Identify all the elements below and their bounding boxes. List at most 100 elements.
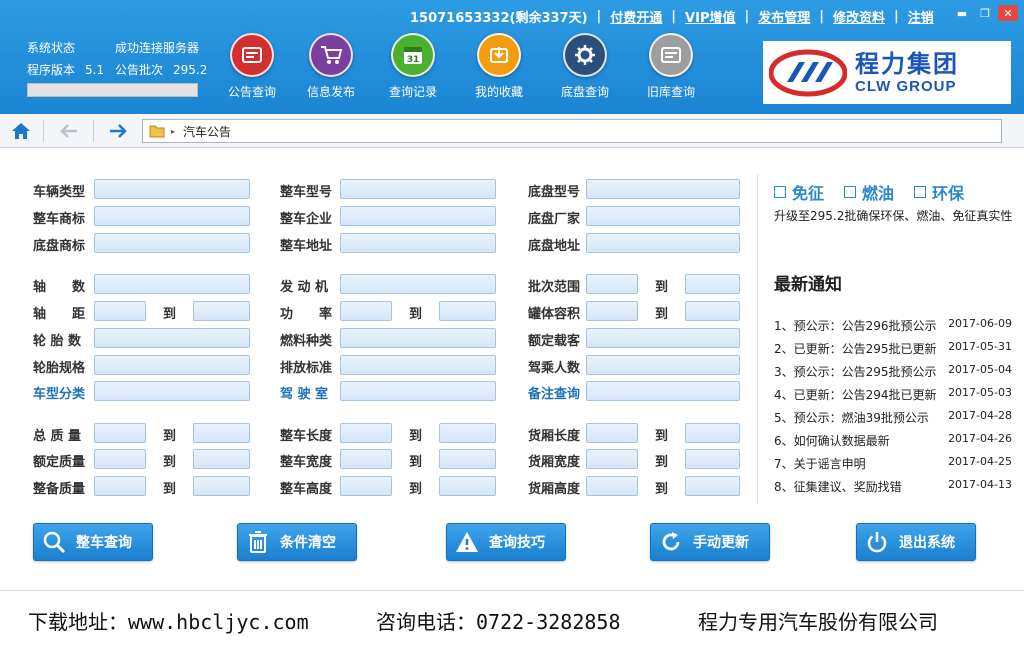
- label-total-mass: 总 质 量: [33, 429, 82, 444]
- input-rated-passengers[interactable]: [586, 328, 740, 348]
- input-vehicle-width-to[interactable]: [439, 449, 496, 469]
- home-button[interactable]: [9, 120, 33, 142]
- label-emission-standard: 排放标准: [280, 361, 333, 376]
- manual-update-button[interactable]: 手动更新: [650, 523, 770, 561]
- label-remarks-query[interactable]: 备注查询: [528, 383, 580, 402]
- news-item[interactable]: 1、预公示：公告296批预公示 2017-06-09: [774, 317, 1012, 334]
- news-item[interactable]: 8、征集建议、奖励找错 2017-04-13: [774, 478, 1012, 495]
- nav-old-db-query[interactable]: 旧库查询: [641, 33, 701, 100]
- to-label: 到: [409, 455, 423, 470]
- input-vehicle-height-from[interactable]: [340, 476, 392, 496]
- input-tank-volume-to[interactable]: [685, 301, 740, 321]
- news-item[interactable]: 7、关于谣言申明 2017-04-25: [774, 455, 1012, 472]
- label-vehicle-address: 整车地址: [280, 239, 333, 254]
- input-vehicle-width-from[interactable]: [340, 449, 392, 469]
- input-cab[interactable]: [340, 381, 496, 401]
- input-box-length-to[interactable]: [685, 423, 740, 443]
- minimize-button[interactable]: ▬: [952, 5, 972, 21]
- input-cab-occupants[interactable]: [586, 355, 740, 375]
- exit-system-button[interactable]: 退出系统: [856, 523, 976, 561]
- input-vehicle-address[interactable]: [340, 233, 496, 253]
- input-batch-to[interactable]: [685, 274, 740, 294]
- input-emission-standard[interactable]: [340, 355, 496, 375]
- maximize-button[interactable]: ❐: [975, 5, 995, 21]
- input-curb-mass-from[interactable]: [94, 476, 146, 496]
- input-batch-from[interactable]: [586, 274, 638, 294]
- nav-query-history[interactable]: 31 查询记录: [383, 33, 443, 100]
- publish-manage-link[interactable]: 发布管理: [758, 7, 810, 26]
- input-tire-spec[interactable]: [94, 355, 250, 375]
- input-vehicle-company[interactable]: [340, 206, 496, 226]
- input-axle-count[interactable]: [94, 274, 250, 294]
- input-chassis-brand[interactable]: [94, 233, 250, 253]
- clear-conditions-button[interactable]: 条件清空: [237, 523, 357, 561]
- input-box-length-from[interactable]: [586, 423, 638, 443]
- input-tank-volume-from[interactable]: [586, 301, 638, 321]
- label-chassis-address: 底盘地址: [528, 239, 581, 254]
- input-vehicle-type[interactable]: [94, 179, 250, 199]
- power-icon: [863, 528, 891, 556]
- version-label: 程序版本: [27, 63, 76, 77]
- input-fuel-type[interactable]: [340, 328, 496, 348]
- nav-notice-query[interactable]: 公告查询: [222, 33, 282, 100]
- input-curb-mass-to[interactable]: [193, 476, 250, 496]
- input-model-category[interactable]: [94, 381, 250, 401]
- input-wheelbase-from[interactable]: [94, 301, 146, 321]
- input-chassis-maker[interactable]: [586, 206, 740, 226]
- news-item[interactable]: 6、如何确认数据最新 2017-04-26: [774, 432, 1012, 449]
- to-label: 到: [409, 482, 423, 497]
- input-power-from[interactable]: [340, 301, 392, 321]
- input-total-mass-from[interactable]: [94, 423, 146, 443]
- logout-link[interactable]: 注销: [908, 7, 934, 26]
- address-bar[interactable]: ▸ 汽车公告: [142, 119, 1002, 143]
- input-box-height-to[interactable]: [685, 476, 740, 496]
- input-rated-mass-to[interactable]: [193, 449, 250, 469]
- checkbox-tax-exempt[interactable]: 免征: [774, 180, 824, 204]
- nav-my-favorites[interactable]: 我的收藏: [469, 33, 529, 100]
- warning-icon: [453, 528, 481, 556]
- input-rated-mass-from[interactable]: [94, 449, 146, 469]
- pay-open-link[interactable]: 付费开通: [610, 7, 662, 26]
- search-tips-button[interactable]: 查询技巧: [446, 523, 566, 561]
- nav-info-publish[interactable]: 信息发布: [301, 33, 361, 100]
- input-chassis-model[interactable]: [586, 179, 740, 199]
- news-item[interactable]: 4、已更新：公告294批已更新 2017-05-03: [774, 386, 1012, 403]
- input-engine[interactable]: [340, 274, 496, 294]
- input-vehicle-model[interactable]: [340, 179, 496, 199]
- input-vehicle-height-to[interactable]: [439, 476, 496, 496]
- input-box-height-from[interactable]: [586, 476, 638, 496]
- input-tire-count[interactable]: [94, 328, 250, 348]
- system-info: 系统状态 成功连接服务器 程序版本 5.1 公告批次 295.2: [27, 37, 207, 81]
- vip-link[interactable]: VIP增值: [685, 7, 735, 26]
- label-curb-mass: 整备质量: [33, 482, 86, 497]
- label-model-category[interactable]: 车型分类: [33, 383, 85, 402]
- nav-chassis-query[interactable]: 底盘查询: [555, 33, 615, 100]
- input-wheelbase-to[interactable]: [193, 301, 250, 321]
- checkbox-fuel[interactable]: 燃油: [844, 180, 894, 204]
- news-item[interactable]: 2、已更新：公告295批已更新 2017-05-31: [774, 340, 1012, 357]
- back-button[interactable]: [57, 120, 81, 142]
- input-total-mass-to[interactable]: [193, 423, 250, 443]
- input-vehicle-length-to[interactable]: [439, 423, 496, 443]
- input-box-width-from[interactable]: [586, 449, 638, 469]
- edit-profile-link[interactable]: 修改资料: [833, 7, 885, 26]
- input-vehicle-brand[interactable]: [94, 206, 250, 226]
- input-chassis-address[interactable]: [586, 233, 740, 253]
- navigation-bar: ▸ 汽车公告: [0, 114, 1024, 148]
- news-item[interactable]: 5、预公示：燃油39批预公示 2017-04-28: [774, 409, 1012, 426]
- label-cab[interactable]: 驾 驶 室: [280, 383, 328, 402]
- input-box-width-to[interactable]: [685, 449, 740, 469]
- forward-button[interactable]: [106, 120, 130, 142]
- input-vehicle-length-from[interactable]: [340, 423, 392, 443]
- input-power-to[interactable]: [439, 301, 496, 321]
- close-button[interactable]: ✕: [998, 5, 1018, 21]
- clw-logo-icon: [769, 49, 847, 96]
- home-icon: [12, 123, 30, 139]
- label-vehicle-brand: 整车商标: [33, 212, 86, 227]
- vehicle-search-button[interactable]: 整车查询: [33, 523, 153, 561]
- news-item[interactable]: 3、预公示：公告295批预公示 2017-05-04: [774, 363, 1012, 380]
- label-chassis-brand: 底盘商标: [33, 239, 86, 254]
- checkbox-eco[interactable]: 环保: [914, 180, 964, 204]
- label-batch-range: 批次范围: [528, 280, 581, 295]
- input-remarks-query[interactable]: [586, 381, 740, 401]
